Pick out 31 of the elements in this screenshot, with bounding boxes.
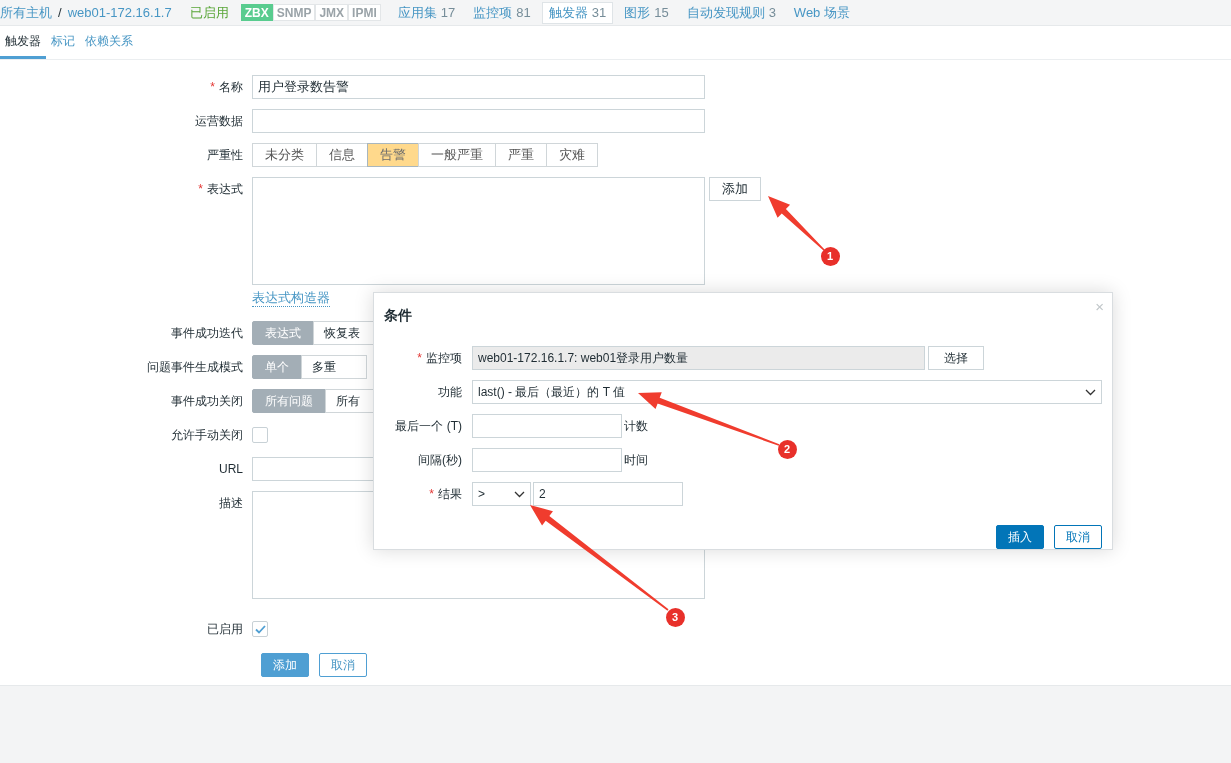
unit-label: 计数 <box>624 418 648 435</box>
item-field: web01-172.16.1.7: web01登录用户数量 <box>472 346 925 370</box>
availability-tag: JMX <box>315 4 349 21</box>
annotation-number: 1 <box>820 246 840 266</box>
field-label: 表达式 <box>207 181 243 198</box>
field-label: 运营数据 <box>195 113 243 130</box>
required-mark: * <box>429 486 434 503</box>
field-label: 功能 <box>438 384 462 401</box>
field-label: 严重性 <box>207 147 243 164</box>
field-label: URL <box>219 461 243 478</box>
field-label: 事件成功关闭 <box>171 393 243 410</box>
status-label: 已启用 <box>189 3 229 22</box>
field-label: 事件成功迭代 <box>171 325 243 342</box>
required-mark: * <box>198 181 203 198</box>
annotation-number: 3 <box>665 607 685 627</box>
field-label: 问题事件生成模式 <box>147 359 243 376</box>
field-label: 间隔(秒) <box>418 452 462 469</box>
unit-label: 时间 <box>624 452 648 469</box>
field-label: 允许手动关闭 <box>171 427 243 444</box>
field-label: 监控项 <box>426 350 462 367</box>
availability-tag: SNMP <box>272 4 316 21</box>
field-label: 最后一个 (T) <box>395 418 462 435</box>
field-label: 描述 <box>219 495 243 512</box>
required-mark: * <box>417 350 422 367</box>
field-label: 名称 <box>219 79 243 96</box>
field-label: 结果 <box>438 486 462 503</box>
field-label: 已启用 <box>207 621 243 638</box>
availability-tag: IPMI <box>348 4 381 21</box>
breadcrumb-separator: / <box>58 3 62 22</box>
availability-tag: ZBX <box>240 4 273 21</box>
required-mark: * <box>210 79 215 96</box>
